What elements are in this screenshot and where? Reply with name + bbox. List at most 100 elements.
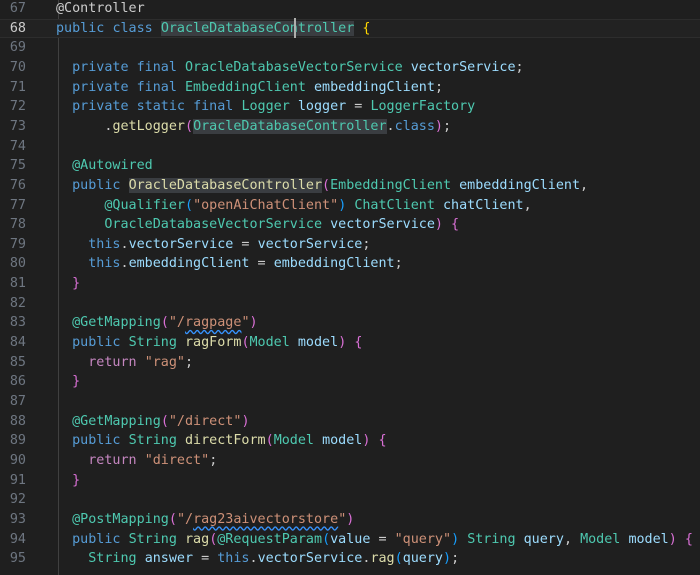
code-token: ragForm bbox=[185, 335, 242, 351]
code-token: String bbox=[128, 433, 177, 449]
code-text[interactable]: private final EmbeddingClient embeddingC… bbox=[56, 78, 443, 98]
line-number: 67 bbox=[9, 1, 26, 16]
code-text[interactable]: return "rag"; bbox=[56, 353, 193, 373]
code-text[interactable]: } bbox=[56, 372, 80, 392]
code-text[interactable]: } bbox=[56, 471, 80, 491]
code-text[interactable]: .getLogger(OracleDatabaseController.clas… bbox=[56, 117, 451, 137]
code-line[interactable]: 67 @Controller bbox=[0, 0, 700, 19]
code-token: ) bbox=[434, 217, 443, 233]
code-token: ragpage bbox=[185, 315, 242, 331]
line-number: 72 bbox=[9, 99, 26, 115]
code-text[interactable]: public OracleDatabaseController(Embeddin… bbox=[56, 176, 588, 196]
code-token: public bbox=[72, 335, 121, 351]
code-token: public bbox=[72, 177, 121, 193]
code-token: static bbox=[136, 99, 185, 115]
code-text[interactable]: @GetMapping("/ragpage") bbox=[56, 313, 257, 333]
code-token: embeddingClient bbox=[128, 256, 250, 272]
code-line[interactable]: 78 OracleDatabaseVectorService vectorSer… bbox=[0, 215, 700, 235]
code-line[interactable]: 92 bbox=[0, 490, 700, 510]
code-line[interactable]: 86 } bbox=[0, 372, 700, 392]
code-token: = bbox=[346, 99, 371, 115]
code-token: ) bbox=[434, 118, 443, 134]
code-line[interactable]: 73 .getLogger(OracleDatabaseController.c… bbox=[0, 117, 700, 137]
code-line[interactable]: 83 @GetMapping("/ragpage") bbox=[0, 313, 700, 333]
code-text[interactable]: private static final Logger logger = Log… bbox=[56, 97, 475, 117]
code-line[interactable]: 72 private static final Logger logger = … bbox=[0, 97, 700, 117]
code-token: answer bbox=[144, 551, 194, 567]
code-token: "query" bbox=[394, 531, 452, 547]
code-line[interactable]: 87 bbox=[0, 392, 700, 412]
code-token: embeddingClient bbox=[459, 177, 581, 193]
code-line[interactable]: 94 public String rag(@RequestParam(value… bbox=[0, 530, 700, 550]
code-line[interactable]: 79 this.vectorService = vectorService; bbox=[0, 235, 700, 255]
code-text[interactable]: String answer = this.vectorService.rag(q… bbox=[56, 549, 459, 569]
code-text[interactable]: private final OracleDatabaseVectorServic… bbox=[56, 58, 523, 78]
code-token: = bbox=[233, 236, 258, 252]
code-line[interactable]: 76 public OracleDatabaseController(Embed… bbox=[0, 176, 700, 196]
code-line[interactable]: 93 @PostMapping("/rag23aivectorstore") bbox=[0, 510, 700, 530]
line-number: 83 bbox=[9, 315, 26, 331]
code-token: String bbox=[128, 335, 177, 351]
code-text[interactable]: public String rag(@RequestParam(value = … bbox=[56, 530, 693, 550]
code-line[interactable]: 82 bbox=[0, 294, 700, 314]
code-line[interactable]: 74 bbox=[0, 137, 700, 157]
code-line[interactable]: 81 } bbox=[0, 274, 700, 294]
code-token: = bbox=[249, 256, 274, 272]
line-number: 89 bbox=[9, 433, 26, 449]
code-text[interactable]: public class OracleDatabaseController { bbox=[56, 20, 370, 38]
code-token: = bbox=[370, 531, 395, 547]
code-line[interactable]: 75 @Autowired bbox=[0, 156, 700, 176]
code-text[interactable]: return "direct"; bbox=[56, 451, 217, 471]
code-text[interactable]: this.embeddingClient = embeddingClient; bbox=[56, 254, 402, 274]
code-text[interactable]: OracleDatabaseVectorService vectorServic… bbox=[56, 215, 459, 235]
code-line[interactable]: 89 public String directForm(Model model)… bbox=[0, 431, 700, 451]
code-text[interactable]: public String ragForm(Model model) { bbox=[56, 333, 362, 353]
code-text[interactable]: @Qualifier("openAiChatClient") ChatClien… bbox=[56, 196, 531, 216]
code-line[interactable]: 95 String answer = this.vectorService.ra… bbox=[0, 549, 700, 569]
code-line[interactable]: 84 public String ragForm(Model model) { bbox=[0, 333, 700, 353]
code-line[interactable]: 90 return "direct"; bbox=[0, 451, 700, 471]
code-token: ( bbox=[168, 511, 177, 527]
code-token: = bbox=[193, 551, 218, 567]
line-number: 85 bbox=[9, 354, 26, 370]
code-text[interactable]: this.vectorService = vectorService; bbox=[56, 235, 370, 255]
code-line[interactable]: 70 private final OracleDatabaseVectorSer… bbox=[0, 58, 700, 78]
code-line[interactable]: 85 return "rag"; bbox=[0, 353, 700, 373]
code-token: ; bbox=[434, 79, 443, 95]
code-line[interactable]: 69 bbox=[0, 38, 700, 58]
code-token: chatClient bbox=[443, 197, 524, 213]
code-text[interactable]: } bbox=[56, 274, 80, 294]
code-line[interactable]: 71 private final EmbeddingClient embeddi… bbox=[0, 78, 700, 98]
code-text[interactable]: @Controller bbox=[56, 0, 145, 19]
code-token: Model bbox=[249, 335, 290, 351]
code-token: @Autowired bbox=[72, 158, 153, 174]
code-text[interactable]: public String directForm(Model model) { bbox=[56, 431, 386, 451]
code-token: { bbox=[684, 531, 693, 547]
code-text[interactable]: @PostMapping("/rag23aivectorstore") bbox=[56, 510, 354, 530]
code-text[interactable]: @GetMapping("/direct") bbox=[56, 412, 249, 432]
code-token: Logger bbox=[241, 99, 290, 115]
code-line[interactable]: 80 this.embeddingClient = embeddingClien… bbox=[0, 254, 700, 274]
code-token: { bbox=[354, 335, 363, 351]
code-line[interactable]: 68 public class OracleDatabaseController … bbox=[0, 18, 700, 39]
code-text[interactable]: @Autowired bbox=[56, 156, 153, 176]
code-token: public bbox=[72, 531, 121, 547]
code-line[interactable]: 91 } bbox=[0, 471, 700, 491]
code-token: vectorService bbox=[257, 551, 363, 567]
code-line[interactable]: 77 @Qualifier("openAiChatClient") ChatCl… bbox=[0, 196, 700, 216]
code-line[interactable]: 88 @GetMapping("/direct") bbox=[0, 412, 700, 432]
code-token: ; bbox=[209, 452, 218, 468]
line-number: 82 bbox=[9, 295, 26, 311]
code-editor[interactable]: 67 @Controller 68 public class OracleDataba… bbox=[0, 0, 700, 575]
line-number: 74 bbox=[9, 138, 26, 154]
